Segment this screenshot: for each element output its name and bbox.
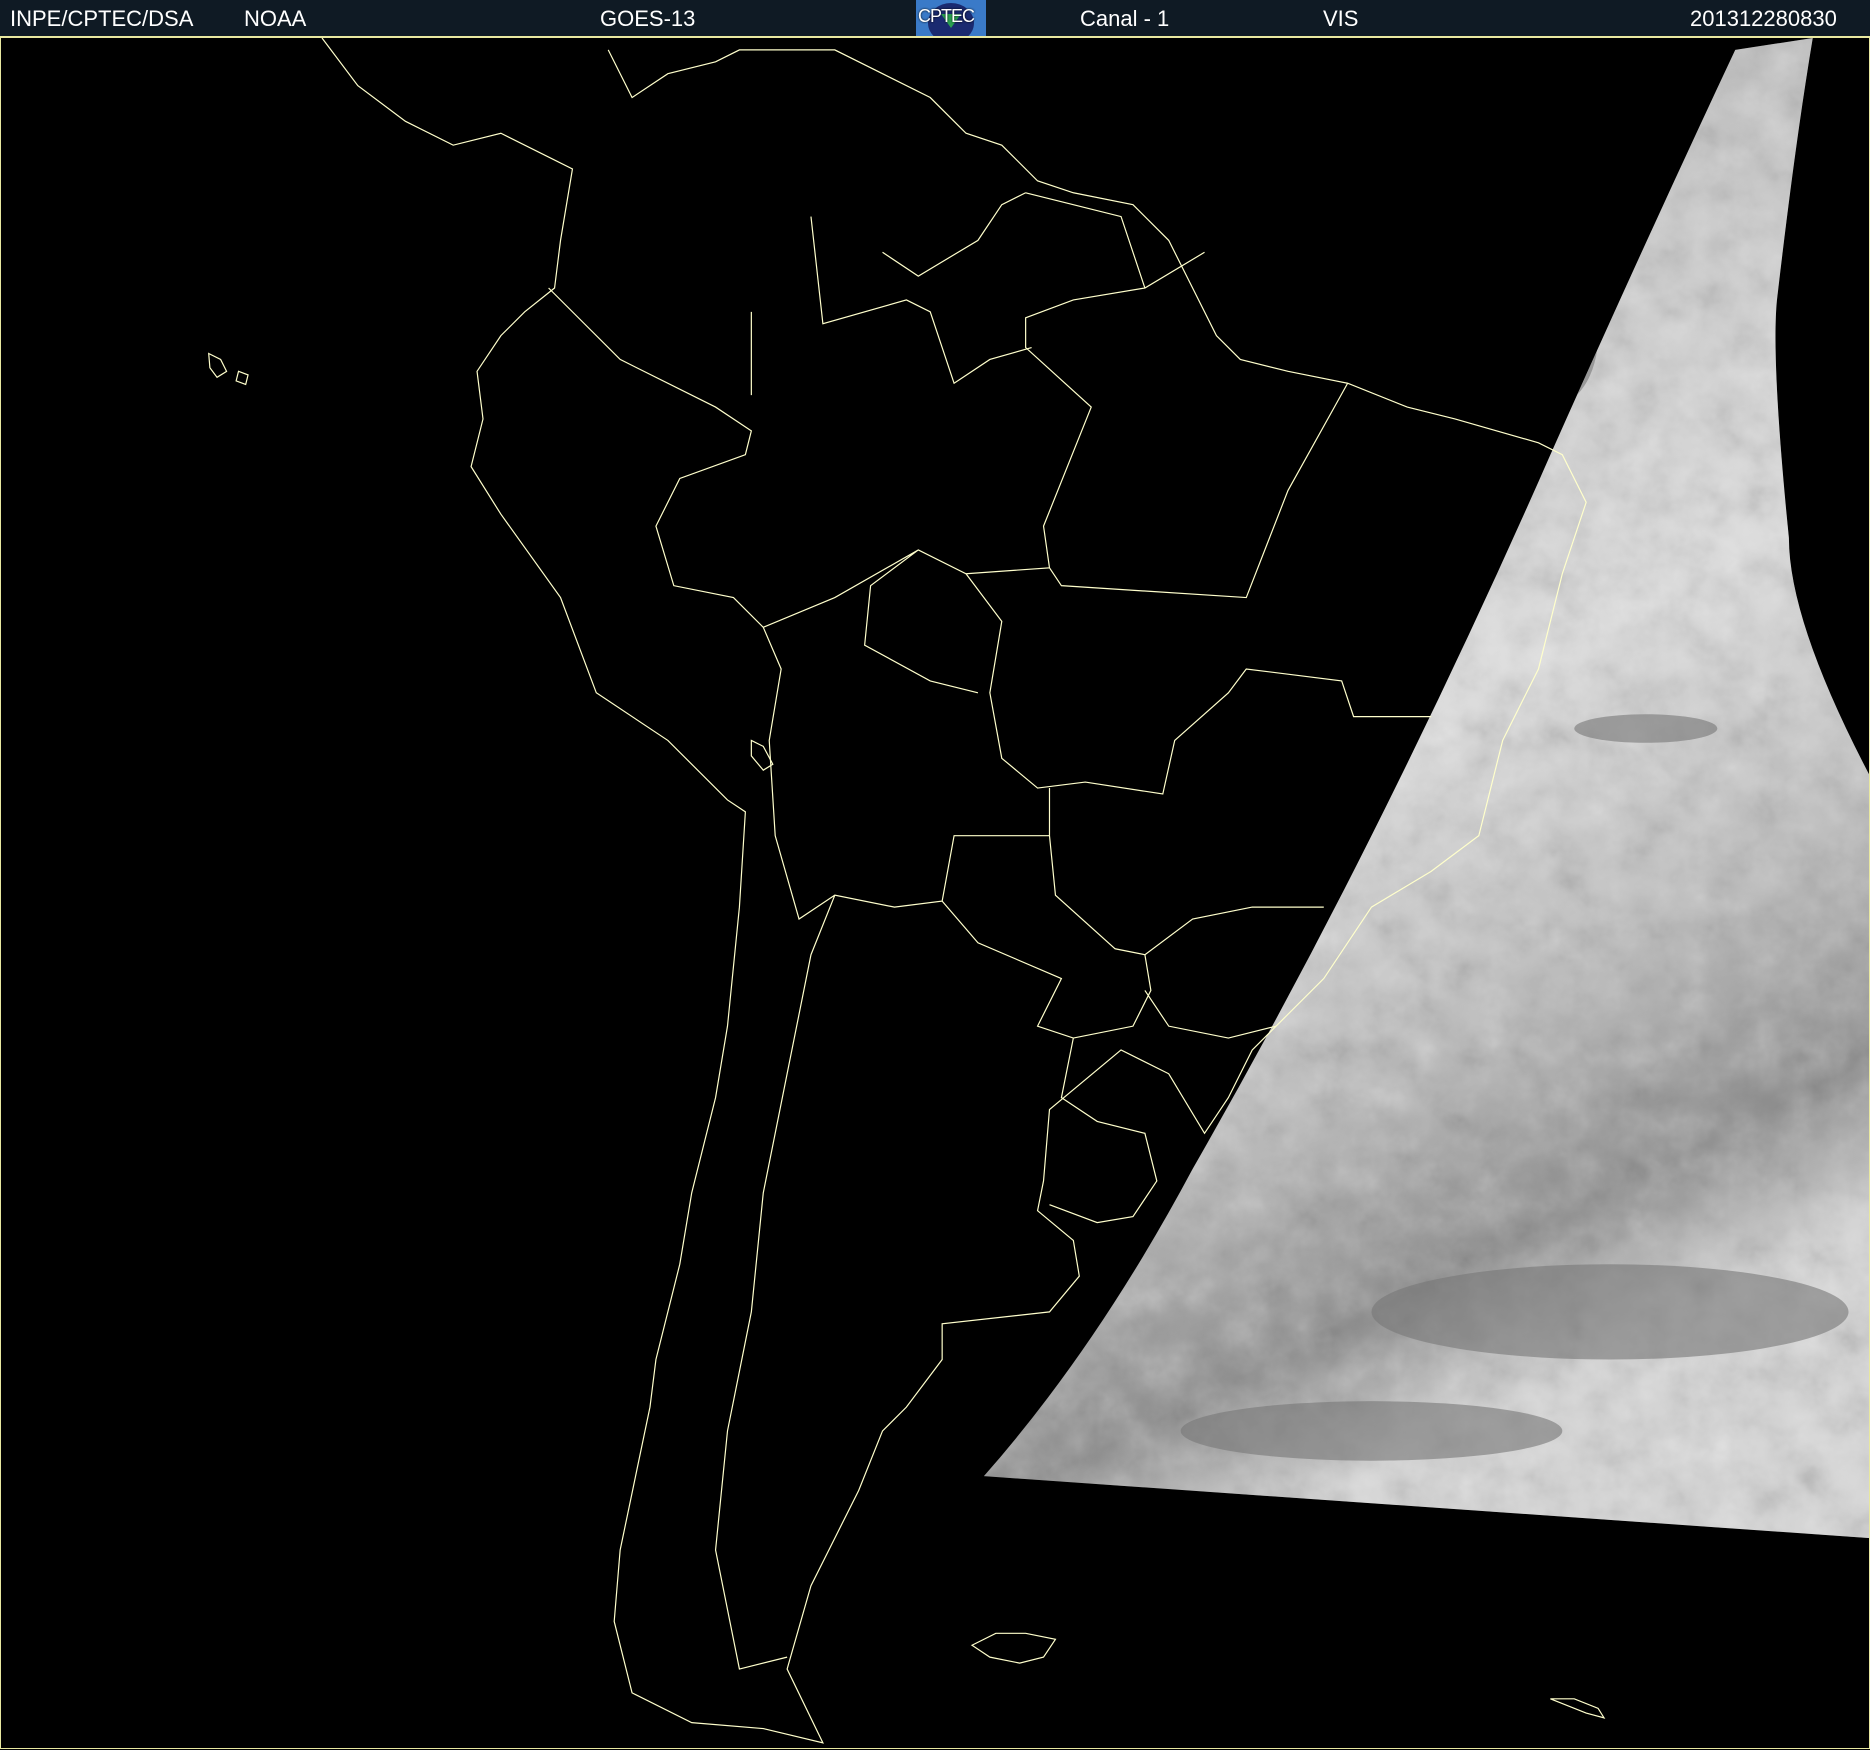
logo-text: CPTEC bbox=[918, 6, 975, 26]
satellite-label: GOES-13 bbox=[600, 6, 696, 31]
timestamp-label: 201312280830 bbox=[1690, 6, 1837, 31]
band-label: VIS bbox=[1323, 6, 1359, 31]
agency-label: NOAA bbox=[244, 6, 307, 31]
cptec-logo: CPTEC bbox=[916, 0, 986, 36]
channel-label: Canal - 1 bbox=[1080, 6, 1170, 31]
institution-label: INPE/CPTEC/DSA bbox=[10, 6, 194, 31]
map-frame bbox=[0, 38, 1870, 1749]
header-bar: INPE/CPTEC/DSA NOAA GOES-13 CPTEC Canal … bbox=[0, 0, 1870, 38]
